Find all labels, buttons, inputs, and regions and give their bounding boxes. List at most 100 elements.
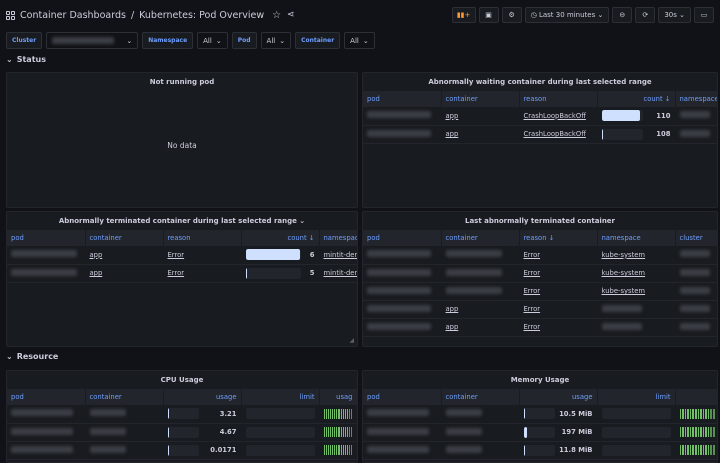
reason-link[interactable]: Error [168,269,185,277]
resize-handle-icon[interactable]: ◢ [349,337,354,344]
cluster-select[interactable]: ⌄ [46,32,139,49]
usage-value: 0.0171 [210,446,237,454]
namespace-value: All [203,36,212,45]
column-header-pod[interactable]: pod [363,91,442,107]
column-header-usage-percent[interactable]: usag [319,389,357,405]
breadcrumb-folder[interactable]: Container Dashboards [20,10,126,21]
column-header-cluster[interactable]: cluster [675,230,717,246]
namespace-link[interactable]: kube-system [602,251,646,259]
variable-label-pod: Pod [231,32,257,49]
chevron-down-icon: ⌄ [6,352,13,361]
row-status[interactable]: ⌄ Status [6,55,46,64]
dashboards-grid-icon[interactable] [6,10,15,20]
container-link[interactable]: app [446,112,459,120]
column-header-namespace[interactable]: namespace [319,230,357,246]
settings-gear-icon[interactable]: ⚙ [501,7,522,23]
refresh-icon[interactable]: ⟳ [635,7,656,23]
chevron-down-icon[interactable]: ⌄ [299,217,305,225]
time-picker-button[interactable]: ◷ Last 30 minutes ⌄ [524,7,610,23]
reason-link[interactable]: Error [168,251,185,259]
redacted-value [89,409,126,417]
row-resource[interactable]: ⌄ Resource [6,352,58,361]
lcd-segment [323,427,325,437]
column-header-reason[interactable]: reason ↓ [519,230,598,246]
last-terminated-table: pod container reason ↓ namespace cluster… [363,230,717,337]
namespace-link[interactable]: mintit-dem [324,269,357,277]
lcd-segment [700,445,702,455]
panel-title-text[interactable]: Abnormally terminated container during l… [59,217,297,225]
column-header-usage[interactable]: usage [519,389,598,405]
column-header-reason[interactable]: reason [163,230,242,246]
column-header-container[interactable]: container [85,230,164,246]
refresh-interval-button[interactable]: 30s ⌄ [658,7,691,23]
pod-select[interactable]: All ⌄ [260,32,292,49]
lcd-segment [351,445,353,455]
reason-link[interactable]: Error [524,323,541,331]
column-header-pod[interactable]: pod [7,230,86,246]
column-header-count[interactable]: count ↓ [597,91,676,107]
column-header-pod[interactable]: pod [363,389,442,405]
redacted-value [679,322,710,330]
lcd-segment [336,445,338,455]
column-header-count[interactable]: count ↓ [241,230,320,246]
column-header-limit[interactable]: limit [241,389,320,405]
container-link[interactable]: app [90,269,103,277]
reason-link[interactable]: CrashLoopBackOff [524,130,586,138]
namespace-cell [597,318,676,337]
star-icon[interactable]: ☆ [272,10,281,21]
add-panel-icon[interactable]: ▮▮+ [451,7,476,23]
pod-cell [363,107,442,126]
column-header-container[interactable]: container [441,91,520,107]
lcd-segment [344,408,347,419]
lcd-segment [334,427,336,437]
redacted-value [367,445,429,453]
panel-cpu-usage: CPU Usage pod container usage limit usag… [6,370,358,463]
column-header-reason[interactable]: reason [519,91,598,107]
container-link[interactable]: app [446,130,459,138]
save-icon[interactable]: ▣ [478,7,499,23]
namespace-select[interactable]: All ⌄ [197,32,228,49]
reason-link[interactable]: CrashLoopBackOff [524,112,586,120]
column-header-pod[interactable]: pod [7,389,86,405]
column-header-container[interactable]: container [441,389,520,405]
table-row: 10.5 MiB [363,405,717,424]
lcd-segment [679,445,682,455]
column-header-usage-percent [675,389,717,405]
lcd-segment [349,408,351,419]
reason-link[interactable]: Error [524,287,541,295]
panel-abnormally-terminated-range: Abnormally terminated container during l… [6,211,358,347]
usage-gauge-wrap: 4.67 [167,426,237,438]
reason-link[interactable]: Error [524,305,541,313]
share-icon[interactable]: ⋖ [287,10,295,20]
lcd-segment [684,427,687,437]
column-header-pod[interactable]: pod [363,230,442,246]
lcd-segment [682,408,684,419]
usage-gauge-fill [167,444,169,456]
container-cell [441,282,520,301]
container-select[interactable]: All ⌄ [344,32,375,49]
lcd-segment [689,408,692,419]
column-header-namespace[interactable]: namespace [675,91,717,107]
namespace-link[interactable]: kube-system [602,269,646,277]
container-link[interactable]: app [446,323,459,331]
zoom-out-icon[interactable]: ⊖ [612,7,633,23]
tv-mode-icon[interactable]: ▭ [694,7,714,23]
no-data-text: No data [167,141,197,150]
limit-cell [241,423,320,442]
memory-table: pod container usage limit 10.5 MiB 197 Mi… [363,389,717,460]
namespace-link[interactable]: mintit-dem [324,251,357,259]
column-header-usage[interactable]: usage [163,389,242,405]
reason-link[interactable]: Error [524,269,541,277]
container-link[interactable]: app [90,251,103,259]
column-header-container[interactable]: container [85,389,164,405]
column-header-limit[interactable]: limit [597,389,676,405]
column-header-namespace[interactable]: namespace [597,230,676,246]
lcd-segment [329,427,332,437]
lcd-segment [325,408,327,419]
container-link[interactable]: app [446,305,459,313]
redacted-value [367,129,431,137]
namespace-link[interactable]: kube-system [602,287,646,295]
count-gauge [601,128,643,140]
reason-link[interactable]: Error [524,251,541,259]
column-header-container[interactable]: container [441,230,520,246]
